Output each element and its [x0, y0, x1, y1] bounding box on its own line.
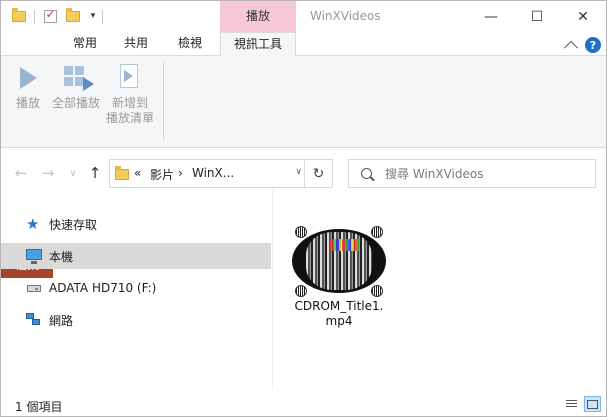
properties-icon[interactable]: [41, 7, 59, 25]
back-arrow-icon[interactable]: ←: [12, 164, 30, 182]
new-folder-icon[interactable]: [64, 7, 82, 25]
search-box[interactable]: [348, 159, 596, 188]
folder-icon: [115, 166, 129, 180]
pane-divider[interactable]: [272, 189, 273, 389]
search-icon: [361, 168, 372, 179]
nav-item-label: ADATA HD710 (F:): [49, 281, 157, 295]
toolbar-divider: [102, 10, 103, 24]
large-icons-view-icon: [587, 399, 598, 409]
play-all-label: 全部播放: [51, 96, 100, 110]
refresh-icon: ↻: [312, 165, 325, 182]
window-title: WinXVideos: [310, 9, 381, 23]
tab-home[interactable]: 常用: [59, 32, 111, 56]
ribbon-group-divider: [163, 62, 164, 142]
file-name-line2: mp4: [325, 314, 353, 328]
breadcrumb-separator-icon[interactable]: ›: [178, 166, 183, 180]
tab-share[interactable]: 共用: [111, 32, 161, 56]
tab-view[interactable]: 檢視: [163, 32, 217, 56]
close-icon: ✕: [577, 8, 589, 25]
add-to-playlist-label-line1: 新增到: [111, 96, 148, 110]
play-label: 播放: [15, 96, 40, 110]
item-count: 1 個項目: [15, 400, 63, 414]
play-button[interactable]: 播放: [10, 64, 46, 111]
drive-icon: [26, 280, 42, 296]
close-button[interactable]: ✕: [560, 1, 606, 32]
nav-item-drive-f[interactable]: ADATA HD710 (F:): [1, 275, 271, 301]
forward-arrow-icon[interactable]: →: [39, 164, 57, 182]
large-icons-view-button[interactable]: [584, 396, 601, 412]
video-thumbnail: [292, 223, 386, 297]
add-to-playlist-icon: [118, 64, 142, 92]
video-tools-context-header: 播放: [220, 1, 296, 32]
play-all-button[interactable]: 全部播放: [49, 64, 103, 111]
search-input[interactable]: [385, 165, 585, 183]
toolbar-divider: [34, 10, 35, 24]
ribbon-tab-bar: 檔案 常用 共用 檢視 視訊工具: [1, 32, 606, 278]
computer-icon: [26, 248, 42, 264]
help-icon[interactable]: ?: [585, 37, 601, 53]
navigation-bar: ← → ∨ ↑ « 影片 › WinX... ∨ ↻: [1, 159, 606, 188]
breadcrumb-overflow-icon[interactable]: «: [134, 166, 141, 180]
play-all-icon: [64, 64, 94, 92]
play-icon: [16, 64, 40, 92]
add-to-playlist-label-line2: 播放清單: [105, 111, 154, 125]
collapse-ribbon-chevron-icon[interactable]: [563, 37, 579, 55]
nav-item-label: 網路: [49, 313, 74, 328]
file-item[interactable]: CDROM_Title1. mp4: [289, 223, 389, 329]
up-arrow-icon[interactable]: ↑: [86, 164, 104, 182]
customize-quick-access-chevron-down-icon[interactable]: ▾: [84, 7, 102, 25]
address-bar[interactable]: « 影片 › WinX... ∨ ↻: [109, 159, 333, 188]
star-icon: ★: [26, 215, 40, 233]
nav-item-quick-access[interactable]: ★ 快速存取: [1, 211, 271, 237]
network-icon: [26, 312, 42, 328]
navigation-pane: ★ 快速存取 本機 ADATA HD710 (F:) 網路: [1, 201, 273, 389]
folder-icon: [10, 7, 28, 25]
breadcrumb-winxvideos[interactable]: WinX...: [192, 166, 234, 180]
explorer-window: ▾ 播放 WinXVideos — ☐ ✕ 檔案 常用 共用 檢視 視訊工具 ?…: [0, 0, 607, 417]
add-to-playlist-button[interactable]: 新增到 播放清單: [105, 64, 155, 126]
address-history-chevron-down-icon[interactable]: ∨: [295, 167, 302, 177]
nav-item-network[interactable]: 網路: [1, 307, 271, 333]
maximize-button[interactable]: ☐: [514, 1, 560, 32]
title-bar: ▾ 播放 WinXVideos — ☐ ✕: [1, 1, 606, 32]
maximize-icon: ☐: [530, 8, 544, 25]
status-bar: 1 個項目: [1, 393, 606, 416]
details-view-icon: [566, 399, 577, 409]
minimize-button[interactable]: —: [468, 1, 514, 32]
tab-video-tools[interactable]: 視訊工具: [220, 32, 296, 57]
minimize-icon: —: [484, 8, 498, 25]
details-view-button[interactable]: [563, 396, 580, 412]
nav-item-label: 本機: [49, 249, 74, 264]
recent-locations-chevron-down-icon[interactable]: ∨: [64, 164, 82, 182]
ribbon-panel: 播放 全部播放 新增到 播放清單: [1, 56, 606, 148]
breadcrumb-videos[interactable]: 影片: [150, 166, 174, 183]
nav-item-this-pc[interactable]: 本機: [1, 243, 271, 269]
nav-item-label: 快速存取: [49, 217, 98, 232]
refresh-button[interactable]: ↻: [304, 160, 332, 187]
file-name-line1: CDROM_Title1.: [294, 299, 384, 313]
